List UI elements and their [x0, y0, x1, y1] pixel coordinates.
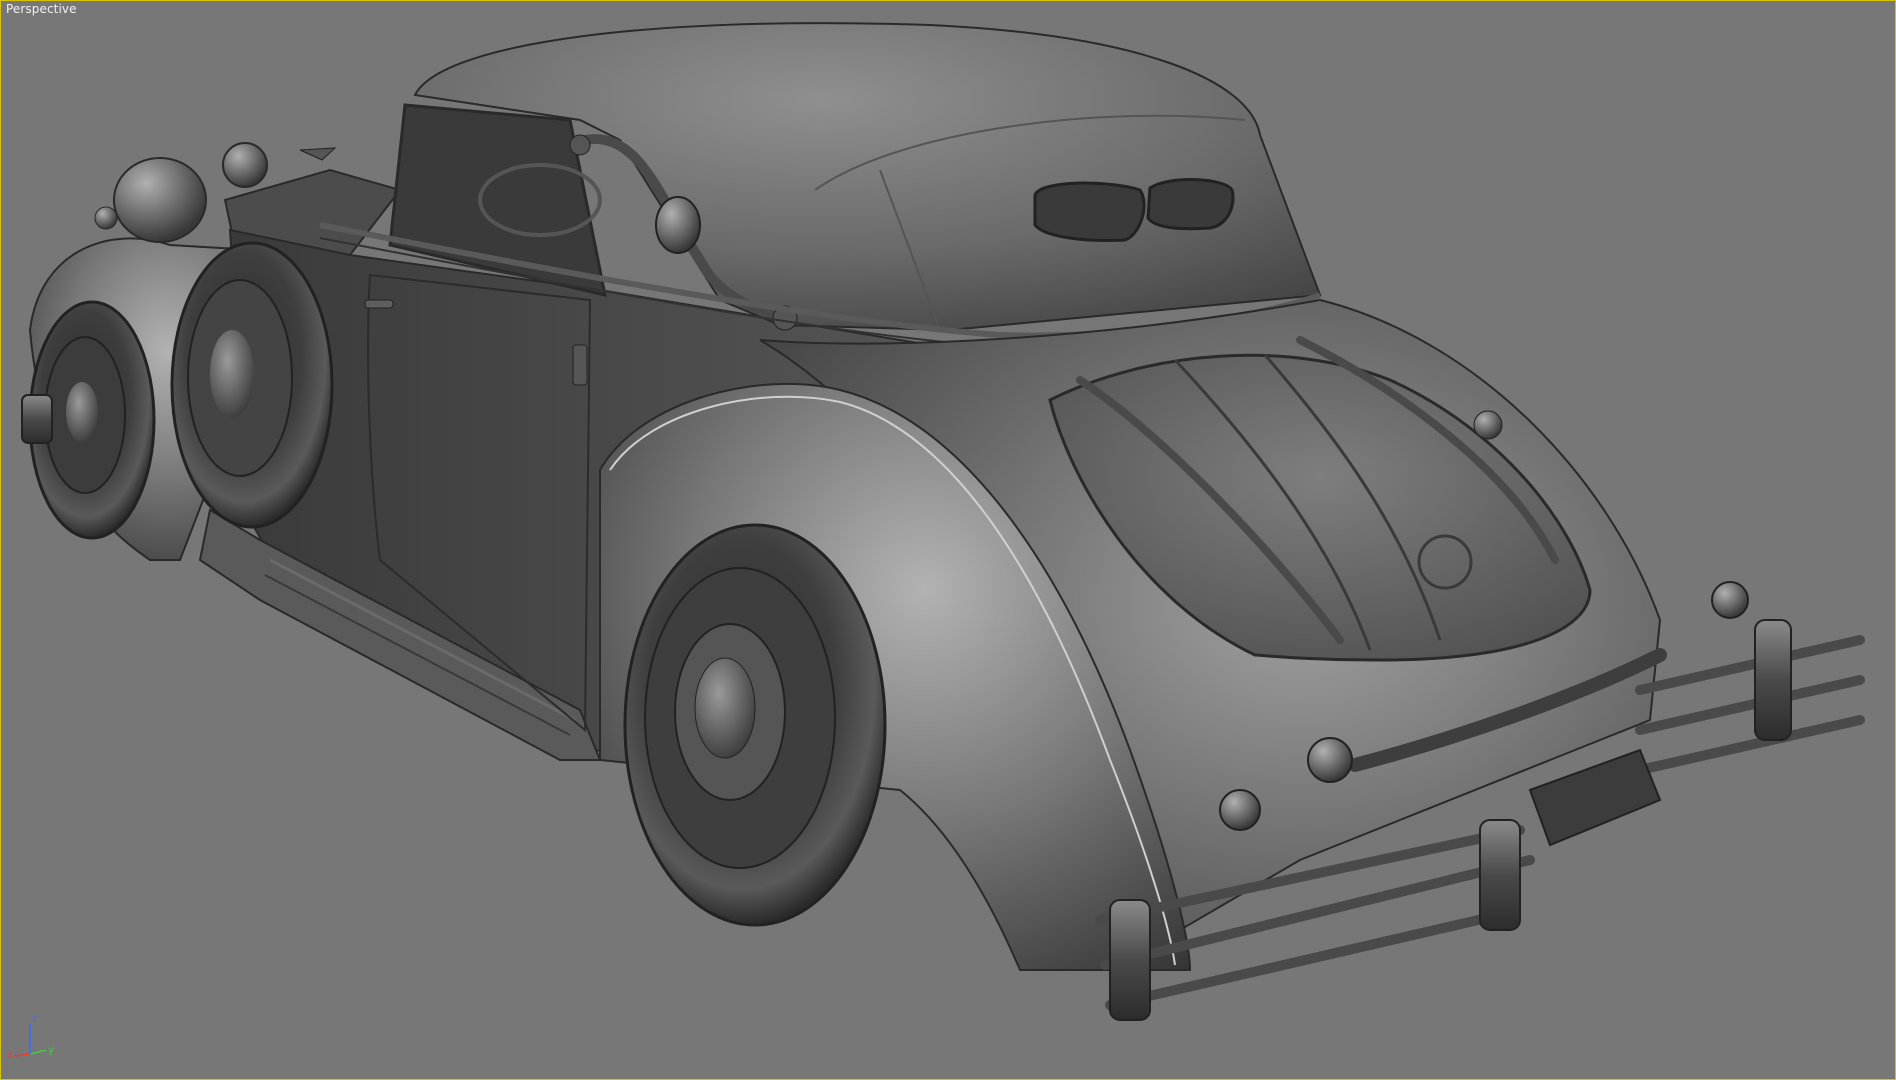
rear-wheel [623, 523, 887, 927]
tail-light-left [1219, 789, 1261, 831]
headlamp-right [222, 142, 268, 188]
x-axis-label: x [7, 1050, 13, 1060]
front-bumper [21, 394, 53, 444]
door-handle [364, 299, 394, 309]
x-axis-line [13, 1053, 31, 1057]
tail-light-center [1307, 737, 1353, 783]
y-axis-line [29, 1049, 47, 1055]
tail-light-right [1711, 581, 1749, 619]
license-plate [1528, 748, 1662, 847]
viewport-label[interactable]: Perspective [6, 2, 77, 16]
spare-tire [170, 241, 334, 529]
headlamp-left [113, 157, 207, 243]
axis-gizmo: x y z [7, 1014, 54, 1060]
perspective-viewport[interactable]: Perspective x y z [0, 0, 1896, 1080]
y-axis-label: y [48, 1045, 54, 1056]
fog-lamp [94, 206, 118, 230]
car-model-render[interactable] [0, 0, 1896, 1080]
z-axis-label: z [32, 1014, 37, 1025]
